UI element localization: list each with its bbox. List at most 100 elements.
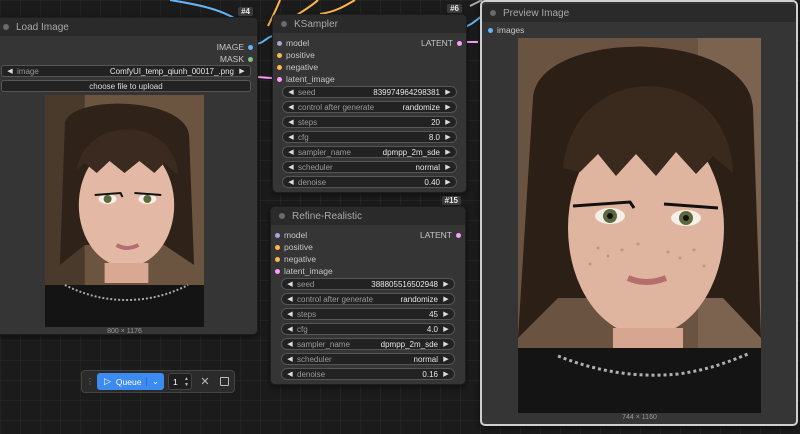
arrow-left-icon[interactable]: ◀	[286, 280, 294, 288]
input-positive[interactable]: positive	[275, 241, 313, 253]
load-image-node[interactable]: Load Image #4 IMAGE MASK ◀ image ComfyUI…	[0, 7, 258, 335]
positive-input-dot-icon[interactable]	[277, 52, 282, 58]
arrow-left-icon[interactable]: ◀	[287, 178, 295, 186]
arrow-left-icon[interactable]: ◀	[287, 163, 295, 171]
scheduler-widget[interactable]: ◀ scheduler normal ▶	[281, 353, 455, 365]
loaded-image-preview	[45, 95, 204, 327]
steps-widget[interactable]: ◀ steps 20 ▶	[282, 116, 457, 128]
model-input-dot-icon[interactable]	[277, 40, 282, 46]
control-after-generate-widget[interactable]: ◀ control after generate randomize ▶	[282, 101, 457, 113]
arrow-right-icon[interactable]: ▶	[442, 280, 450, 288]
latent-output-dot-icon[interactable]	[456, 232, 461, 238]
sampler-name-widget[interactable]: ◀ sampler_name dpmpp_2m_sde ▶	[281, 338, 455, 350]
arrow-left-icon[interactable]: ◀	[286, 370, 294, 378]
refine-realistic-node[interactable]: Refine-Realistic #15 model positive nega…	[270, 196, 466, 385]
node-id-badge: #6	[447, 4, 462, 13]
mask-output-dot-icon[interactable]	[248, 56, 253, 62]
collapse-dot-icon[interactable]	[279, 213, 285, 219]
latent-input-dot-icon[interactable]	[275, 268, 280, 274]
output-image[interactable]: IMAGE	[217, 41, 253, 53]
batch-count-input[interactable]: 1 ▲ ▼	[168, 373, 192, 390]
arrow-right-icon[interactable]: ▶	[444, 88, 452, 96]
input-latent-image[interactable]: latent_image	[275, 265, 333, 277]
node-header[interactable]: Preview Image	[482, 4, 796, 22]
arrow-left-icon[interactable]: ◀	[287, 88, 295, 96]
arrow-right-icon[interactable]: ▶	[444, 118, 452, 126]
arrow-left-icon[interactable]: ◀	[287, 118, 295, 126]
upload-button[interactable]: choose file to upload	[1, 80, 251, 92]
queue-toolbar[interactable]: ⋮⋮ ▷ Queue ⌄ 1 ▲ ▼ ✕	[81, 370, 235, 393]
control-after-generate-widget[interactable]: ◀ control after generate randomize ▶	[281, 293, 455, 305]
latent-input-dot-icon[interactable]	[277, 76, 282, 82]
arrow-right-icon[interactable]: ▶	[444, 133, 452, 141]
latent-output-dot-icon[interactable]	[457, 40, 462, 46]
image-size-label: 800 × 1176	[107, 328, 142, 335]
preview-size-label: 744 × 1160	[622, 414, 657, 421]
arrow-left-icon[interactable]: ◀	[287, 148, 295, 156]
chevron-down-icon[interactable]: ⌄	[146, 377, 164, 386]
output-mask[interactable]: MASK	[220, 53, 253, 65]
cfg-widget[interactable]: ◀ cfg 8.0 ▶	[282, 131, 457, 143]
input-latent-image[interactable]: latent_image	[277, 73, 335, 85]
node-header[interactable]: Refine-Realistic	[271, 207, 465, 225]
arrow-right-icon[interactable]: ▶	[442, 370, 450, 378]
queue-button[interactable]: ▷ Queue ⌄	[97, 373, 164, 390]
steps-widget[interactable]: ◀ steps 45 ▶	[281, 308, 455, 320]
arrow-right-icon[interactable]: ▶	[442, 325, 450, 333]
play-icon: ▷	[104, 376, 111, 386]
model-input-dot-icon[interactable]	[275, 232, 280, 238]
negative-input-dot-icon[interactable]	[275, 256, 280, 262]
input-negative[interactable]: negative	[275, 253, 316, 265]
arrow-right-icon[interactable]: ▶	[442, 295, 450, 303]
denoise-widget[interactable]: ◀ denoise 0.40 ▶	[282, 176, 457, 188]
arrow-right-icon[interactable]: ▶	[444, 148, 452, 156]
node-header[interactable]: KSampler	[273, 15, 466, 33]
arrow-right-icon[interactable]: ▶	[442, 340, 450, 348]
arrow-left-icon[interactable]: ◀	[287, 103, 295, 111]
input-model[interactable]: model	[277, 37, 309, 49]
denoise-widget[interactable]: ◀ denoise 0.16 ▶	[281, 368, 455, 380]
preview-image	[518, 38, 761, 413]
sampler-name-widget[interactable]: ◀ sampler_name dpmpp_2m_sde ▶	[282, 146, 457, 158]
square-icon[interactable]	[220, 377, 229, 386]
arrow-right-icon[interactable]: ▶	[444, 163, 452, 171]
arrow-left-icon[interactable]: ◀	[6, 67, 14, 75]
seed-widget[interactable]: ◀ seed 388805516502948 ▶	[281, 278, 455, 290]
arrow-left-icon[interactable]: ◀	[286, 355, 294, 363]
output-latent[interactable]: LATENT	[420, 229, 461, 241]
negative-input-dot-icon[interactable]	[277, 64, 282, 70]
arrow-right-icon[interactable]: ▶	[442, 355, 450, 363]
collapse-dot-icon[interactable]	[281, 21, 287, 27]
positive-input-dot-icon[interactable]	[275, 244, 280, 250]
input-positive[interactable]: positive	[277, 49, 315, 61]
collapse-dot-icon[interactable]	[3, 24, 9, 30]
output-latent[interactable]: LATENT	[421, 37, 462, 49]
input-model[interactable]: model	[275, 229, 307, 241]
drag-handle-icon[interactable]: ⋮⋮	[86, 377, 102, 385]
arrow-left-icon[interactable]: ◀	[286, 310, 294, 318]
collapse-dot-icon[interactable]	[490, 10, 496, 16]
arrow-right-icon[interactable]: ▶	[444, 178, 452, 186]
stepper-icon[interactable]: ▲ ▼	[184, 376, 191, 388]
image-output-dot-icon[interactable]	[248, 44, 253, 50]
arrow-right-icon[interactable]: ▶	[238, 67, 246, 75]
image-combo-widget[interactable]: ◀ image ComfyUI_temp_qiunh_00017_.png ▶	[1, 65, 251, 77]
scheduler-widget[interactable]: ◀ scheduler normal ▶	[282, 161, 457, 173]
arrow-right-icon[interactable]: ▶	[444, 103, 452, 111]
input-images[interactable]: images	[488, 24, 524, 36]
arrow-left-icon[interactable]: ◀	[286, 325, 294, 333]
node-title: Preview Image	[503, 7, 570, 19]
preview-image-node[interactable]: Preview Image images 744 × 1160	[480, 0, 798, 426]
input-negative[interactable]: negative	[277, 61, 318, 73]
images-input-dot-icon[interactable]	[488, 27, 493, 33]
arrow-right-icon[interactable]: ▶	[442, 310, 450, 318]
queue-button-label: Queue	[115, 376, 142, 387]
ksampler-node[interactable]: KSampler #6 model positive negative late…	[272, 4, 467, 193]
seed-widget[interactable]: ◀ seed 839974964298381 ▶	[282, 86, 457, 98]
node-header[interactable]: Load Image	[0, 18, 257, 36]
arrow-left-icon[interactable]: ◀	[286, 340, 294, 348]
cfg-widget[interactable]: ◀ cfg 4.0 ▶	[281, 323, 455, 335]
close-icon[interactable]: ✕	[199, 375, 211, 388]
arrow-left-icon[interactable]: ◀	[287, 133, 295, 141]
arrow-left-icon[interactable]: ◀	[286, 295, 294, 303]
